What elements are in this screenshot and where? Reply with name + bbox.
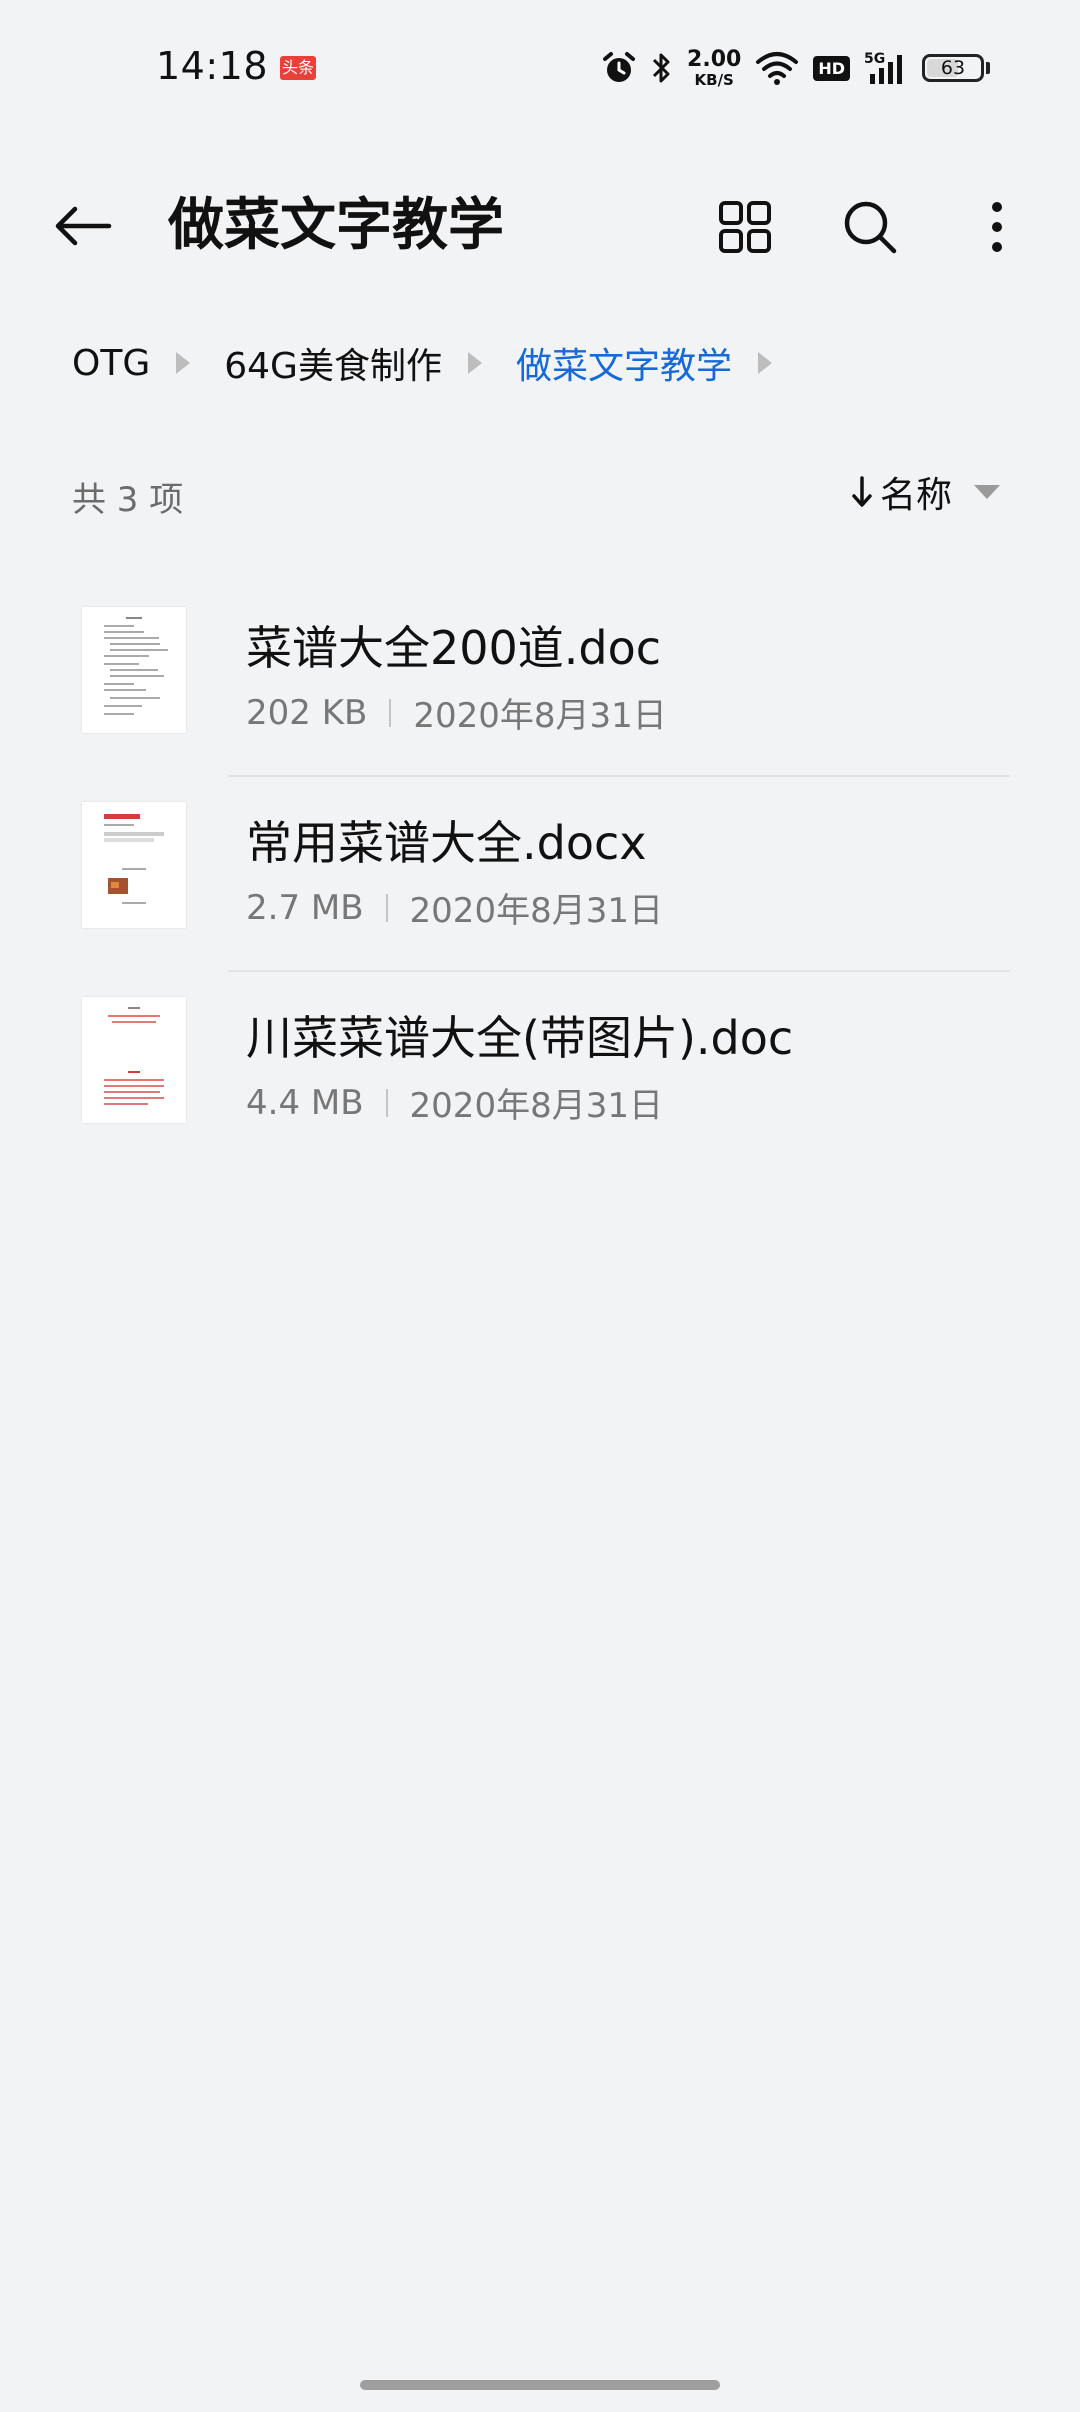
file-list: 菜谱大全200道.doc 202 KB 2020年8月31日 常用菜谱大全.do… [0, 582, 1080, 1167]
meta-divider [385, 893, 388, 922]
file-date: 2020年8月31日 [413, 696, 667, 736]
back-arrow-icon [55, 206, 112, 246]
battery-tip [986, 62, 990, 74]
breadcrumb-separator-icon [757, 352, 772, 374]
search-button[interactable] [835, 192, 905, 262]
file-meta: 2.7 MB 2020年8月31日 [246, 883, 663, 932]
network-speed-value: 2.00 [687, 46, 742, 72]
breadcrumb-separator-icon [176, 352, 191, 374]
battery-level: 63 [940, 57, 966, 79]
file-item[interactable]: 菜谱大全200道.doc 202 KB 2020年8月31日 [0, 582, 1080, 777]
breadcrumb-item-64g-food[interactable]: 64G美食制作 [224, 337, 442, 389]
status-icons: 2.00 KB/S HD 5G 63 [601, 44, 990, 92]
grid-view-button[interactable] [710, 192, 780, 262]
home-indicator[interactable] [360, 2380, 720, 2390]
page-title: 做菜文字教学 [168, 193, 504, 258]
network-type-label: 5G [864, 51, 885, 67]
more-vert-icon [992, 202, 1002, 252]
file-date: 2020年8月31日 [409, 1086, 663, 1126]
wifi-icon [755, 50, 799, 86]
alarm-icon [601, 50, 637, 86]
file-meta: 202 KB 2020年8月31日 [246, 688, 667, 737]
breadcrumb-item-otg[interactable]: OTG [72, 343, 150, 384]
file-name: 常用菜谱大全.docx [246, 816, 647, 870]
breadcrumb-separator-icon [467, 352, 482, 374]
search-icon [844, 201, 897, 254]
doc-thumbnail [82, 997, 186, 1123]
cellular-signal-icon: 5G [864, 50, 908, 86]
meta-divider [389, 698, 392, 727]
app-bar: 做菜文字教学 [0, 170, 1080, 280]
breadcrumb-item-current[interactable]: 做菜文字教学 [516, 337, 732, 389]
hd-volte-icon: HD [813, 55, 850, 81]
back-button[interactable] [50, 196, 116, 256]
more-options-button[interactable] [962, 192, 1032, 262]
file-size: 202 KB [246, 692, 368, 733]
file-size: 4.4 MB [246, 1082, 364, 1123]
file-name: 川菜菜谱大全(带图片).doc [246, 1011, 794, 1065]
file-size: 2.7 MB [246, 887, 364, 928]
network-speed-unit: KB/S [694, 70, 734, 89]
toutiao-notification-icon: 头条 [280, 56, 316, 80]
file-name: 菜谱大全200道.doc [246, 621, 662, 675]
grid-view-icon [719, 201, 771, 253]
breadcrumb: OTG 64G美食制作 做菜文字教学 [72, 338, 806, 388]
meta-divider [385, 1088, 388, 1117]
bluetooth-icon [651, 50, 673, 86]
file-item[interactable]: 常用菜谱大全.docx 2.7 MB 2020年8月31日 [0, 777, 1080, 972]
sort-label: 名称 [879, 475, 952, 516]
file-meta: 4.4 MB 2020年8月31日 [246, 1078, 663, 1127]
sort-arrow-down-icon [850, 475, 874, 509]
status-bar: 14:18 头条 2.00 KB/S HD 5G 63 [0, 0, 1080, 140]
file-date: 2020年8月31日 [409, 891, 663, 931]
network-speed: 2.00 KB/S [687, 46, 742, 89]
sort-dropdown-icon [974, 485, 1000, 499]
doc-thumbnail [82, 802, 186, 928]
doc-thumbnail [82, 607, 186, 733]
battery-icon: 63 [922, 54, 984, 82]
file-manager-screen: 14:18 头条 2.00 KB/S HD 5G 63 做菜文字教学 OTG 6… [0, 0, 1080, 2412]
status-time: 14:18 [156, 44, 269, 88]
file-item[interactable]: 川菜菜谱大全(带图片).doc 4.4 MB 2020年8月31日 [0, 972, 1080, 1167]
item-count: 共 3 项 [72, 480, 184, 520]
sort-by-name-button[interactable]: 名称 [850, 466, 1000, 518]
